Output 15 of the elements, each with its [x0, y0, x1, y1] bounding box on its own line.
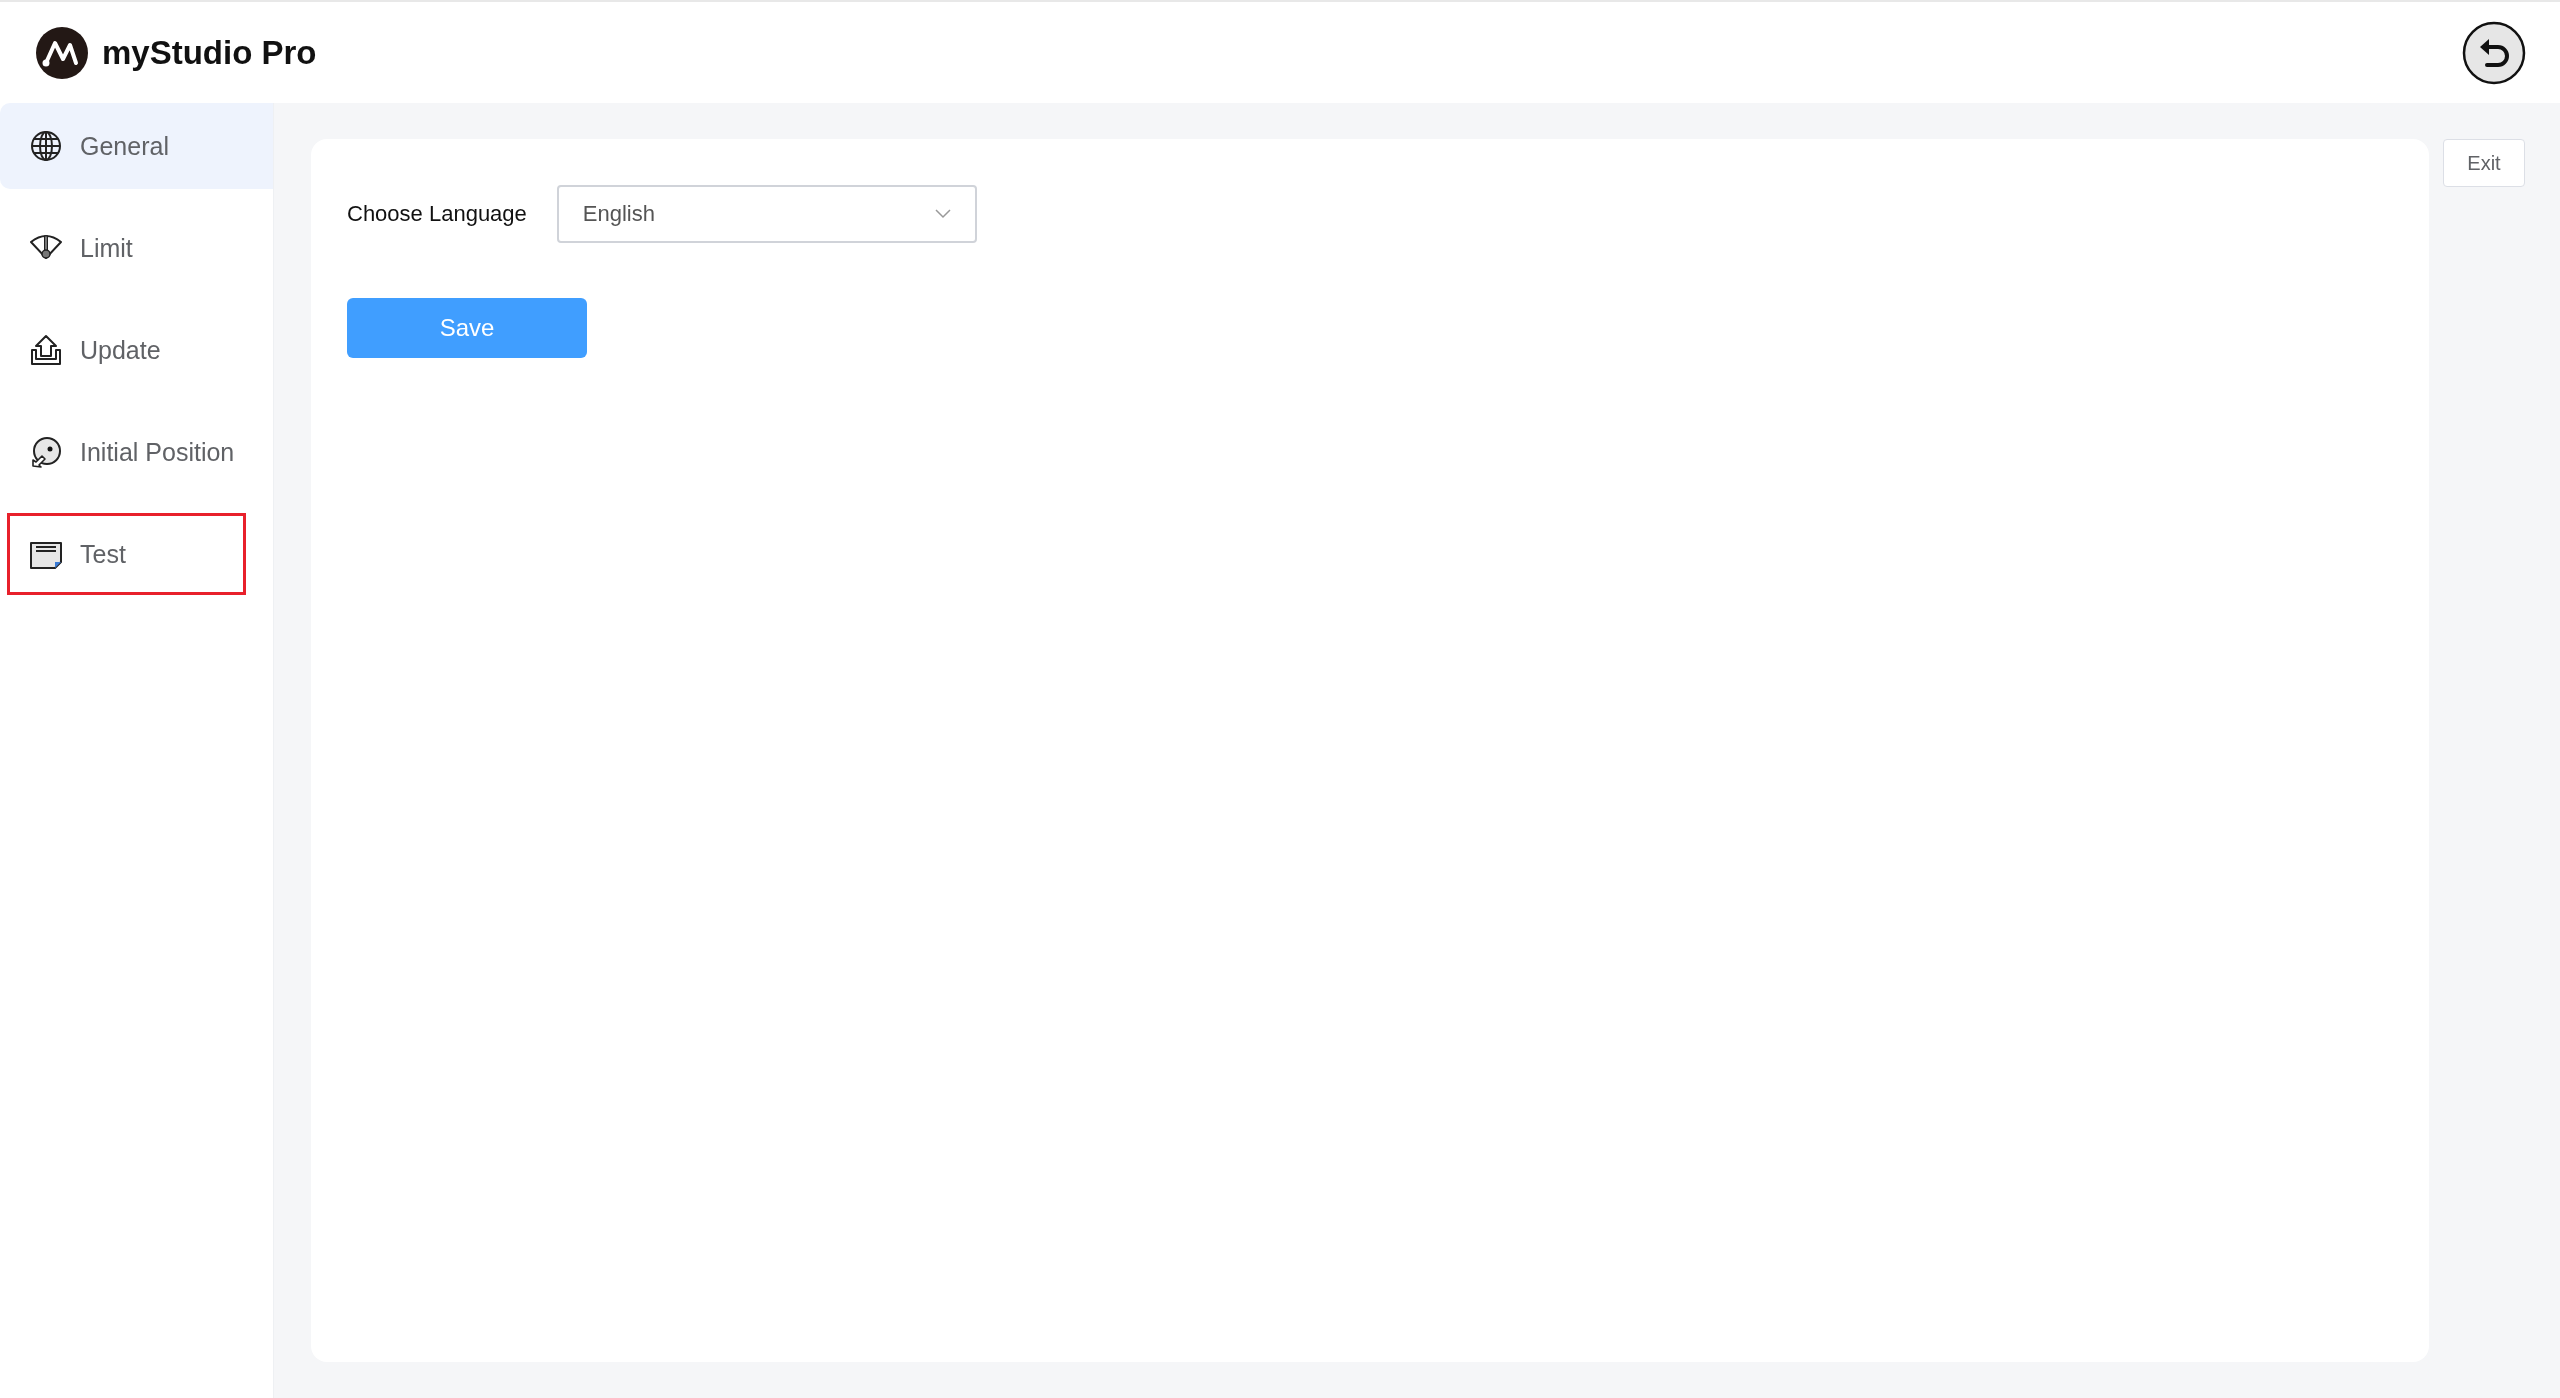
- exit-button[interactable]: Exit: [2443, 139, 2525, 187]
- position-icon: [30, 436, 62, 468]
- upload-icon: [30, 334, 62, 366]
- undo-icon[interactable]: [2462, 20, 2526, 85]
- sidebar-item[interactable]: General: [0, 103, 273, 189]
- language-dropdown[interactable]: English: [556, 185, 977, 243]
- chevron-down-icon: [934, 209, 951, 219]
- logo-icon: [36, 26, 88, 79]
- sidebar-item[interactable]: Limit: [0, 205, 273, 291]
- app-title: myStudio Pro: [102, 33, 317, 72]
- sidebar-item[interactable]: Test: [5, 511, 248, 597]
- field-label: Choose Language: [347, 201, 527, 227]
- sidebar-item[interactable]: Update: [0, 307, 273, 393]
- sidebar-item[interactable]: Initial Position: [0, 409, 273, 495]
- globe-icon: [30, 130, 62, 162]
